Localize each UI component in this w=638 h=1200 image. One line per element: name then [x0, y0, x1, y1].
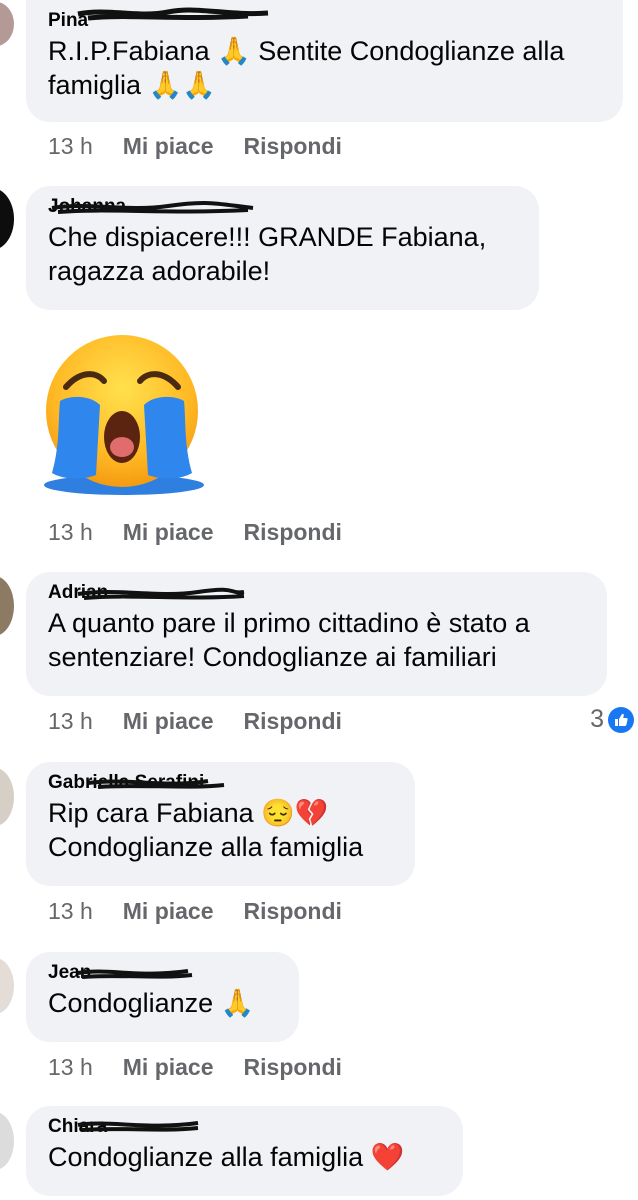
- comment-text: A quanto pare il primo cittadino è stato…: [48, 608, 530, 672]
- comment-author[interactable]: Adrian: [48, 582, 585, 604]
- comment-bubble: Johanna Che dispiacere!!! GRANDE Fabiana…: [26, 186, 539, 310]
- like-button[interactable]: Mi piace: [123, 708, 214, 735]
- author-name: Pina: [48, 10, 89, 31]
- crying-face-sticker[interactable]: [40, 325, 208, 495]
- comment-time[interactable]: 13 h: [48, 1054, 93, 1081]
- avatar[interactable]: [0, 576, 14, 636]
- like-button[interactable]: Mi piace: [123, 133, 214, 160]
- comment-actions: 13 h Mi piace Rispondi: [48, 708, 342, 735]
- reply-button[interactable]: Rispondi: [244, 133, 342, 160]
- like-button[interactable]: Mi piace: [123, 1054, 214, 1081]
- avatar[interactable]: [0, 188, 14, 250]
- comment-bubble: Pina R.I.P.Fabiana 🙏 Sentite Condoglianz…: [26, 0, 623, 122]
- comment-time[interactable]: 13 h: [48, 519, 93, 546]
- like-button[interactable]: Mi piace: [123, 519, 214, 546]
- comment-bubble: Adrian A quanto pare il primo cittadino …: [26, 572, 607, 696]
- reply-button[interactable]: Rispondi: [244, 1054, 342, 1081]
- avatar[interactable]: [0, 958, 14, 1014]
- like-button[interactable]: Mi piace: [123, 898, 214, 925]
- avatar[interactable]: [0, 768, 14, 826]
- author-name: Johanna: [48, 196, 127, 217]
- comment-text: Condoglianze alla famiglia ❤️: [48, 1142, 405, 1172]
- reply-button[interactable]: Rispondi: [244, 708, 342, 735]
- author-name: Chiara: [48, 1116, 108, 1137]
- comment-bubble: Chiara Condoglianze alla famiglia ❤️: [26, 1106, 463, 1196]
- avatar[interactable]: [0, 2, 14, 46]
- comment-text: Condoglianze 🙏: [48, 988, 255, 1018]
- comment-time[interactable]: 13 h: [48, 133, 93, 160]
- comment-time[interactable]: 13 h: [48, 898, 93, 925]
- comment-actions: 13 h Mi piace Rispondi: [48, 133, 342, 160]
- avatar[interactable]: [0, 1112, 14, 1170]
- comment-actions: 13 h Mi piace Rispondi: [48, 1054, 342, 1081]
- reply-button[interactable]: Rispondi: [244, 898, 342, 925]
- comment-text: Rip cara Fabiana 😔💔 Condoglianze alla fa…: [48, 798, 364, 862]
- comment-author[interactable]: Johanna: [48, 196, 517, 218]
- like-icon: [608, 706, 634, 733]
- author-name: Adrian: [48, 582, 109, 603]
- comment-author[interactable]: Chiara: [48, 1116, 441, 1138]
- comment-author[interactable]: Pina: [48, 7, 601, 32]
- comment-author[interactable]: Gabriella Serafini: [48, 772, 393, 794]
- comment-actions: 13 h Mi piace Rispondi: [48, 519, 342, 546]
- author-name: Gabriella Serafini: [48, 772, 205, 793]
- comment-text: R.I.P.Fabiana 🙏 Sentite Condoglianze all…: [48, 36, 565, 100]
- author-name: Jean: [48, 962, 92, 983]
- comment-bubble: Jean Condoglianze 🙏: [26, 952, 299, 1042]
- comment-time[interactable]: 13 h: [48, 708, 93, 735]
- reaction-summary[interactable]: 3: [590, 705, 634, 734]
- comment-author[interactable]: Jean: [48, 962, 277, 984]
- reaction-count: 3: [590, 705, 604, 733]
- comment-bubble: Gabriella Serafini Rip cara Fabiana 😔💔 C…: [26, 762, 415, 886]
- comment-text: Che dispiacere!!! GRANDE Fabiana, ragazz…: [48, 222, 487, 286]
- comment-actions: 13 h Mi piace Rispondi: [48, 898, 342, 925]
- reply-button[interactable]: Rispondi: [244, 519, 342, 546]
